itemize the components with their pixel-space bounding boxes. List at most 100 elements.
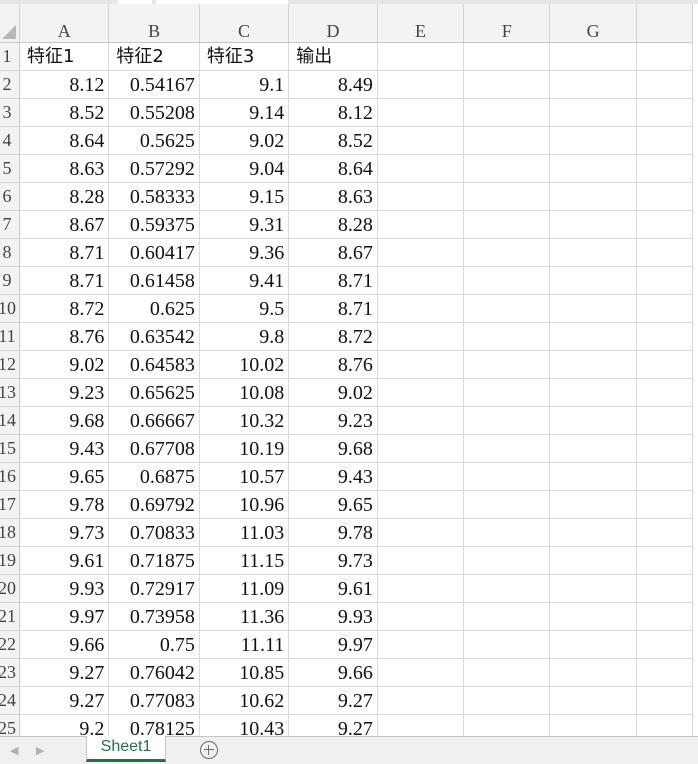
grid-cell[interactable]: 0.59375 <box>108 210 200 239</box>
row-header[interactable]: 18 <box>0 518 21 547</box>
grid-cell[interactable] <box>549 42 637 71</box>
grid-cell[interactable]: 0.67708 <box>108 434 200 463</box>
grid-cell[interactable] <box>377 546 465 575</box>
grid-cell[interactable]: 9.41 <box>199 266 290 295</box>
grid-cell[interactable]: 9.2 <box>19 714 110 736</box>
grid-cell[interactable]: 8.12 <box>19 70 110 99</box>
grid-cell[interactable]: 9.65 <box>19 462 110 491</box>
grid-cell[interactable] <box>549 126 637 155</box>
grid-cell[interactable]: 0.78125 <box>108 714 200 736</box>
grid-cell[interactable]: 0.77083 <box>108 686 200 715</box>
grid-cell[interactable] <box>377 490 465 519</box>
grid-cell[interactable] <box>377 266 465 295</box>
worksheet-grid[interactable]: ABCDEFG 1 特征1 特征2 特征3 输出 2 8.12 0.54167 9.1 8.49 3… <box>0 4 698 736</box>
grid-cell[interactable] <box>463 266 551 295</box>
grid-cell[interactable] <box>463 154 551 183</box>
grid-cell[interactable] <box>463 714 551 736</box>
grid-cell[interactable] <box>377 574 465 603</box>
grid-cell[interactable]: 8.71 <box>288 294 378 323</box>
grid-cell[interactable] <box>549 462 637 491</box>
grid-cell[interactable] <box>463 350 551 379</box>
grid-cell[interactable] <box>549 182 637 211</box>
grid-cell[interactable]: 9.93 <box>19 574 110 603</box>
column-header-f[interactable]: F <box>463 4 551 43</box>
row-header[interactable]: 9 <box>0 266 21 295</box>
grid-cell[interactable]: 8.12 <box>288 98 378 127</box>
vertical-scroll-area[interactable] <box>668 4 698 736</box>
grid-cell[interactable] <box>377 406 465 435</box>
grid-cell[interactable]: 8.28 <box>19 182 110 211</box>
grid-cell[interactable]: 9.14 <box>199 98 290 127</box>
grid-cell[interactable]: 9.27 <box>19 686 110 715</box>
grid-cell[interactable]: 9.04 <box>199 154 290 183</box>
grid-cell[interactable] <box>377 714 465 736</box>
grid-cell[interactable]: 9.43 <box>19 434 110 463</box>
grid-cell[interactable]: 0.60417 <box>108 238 200 267</box>
grid-cell[interactable] <box>463 70 551 99</box>
grid-cell[interactable] <box>377 182 465 211</box>
grid-cell[interactable]: 0.6875 <box>108 462 200 491</box>
grid-cell[interactable] <box>463 658 551 687</box>
grid-cell[interactable]: 0.5625 <box>108 126 200 155</box>
grid-cell[interactable]: 8.67 <box>19 210 110 239</box>
grid-cell[interactable]: 8.28 <box>288 210 378 239</box>
triangle-right-icon[interactable]: ▶ <box>36 744 44 757</box>
row-header[interactable]: 20 <box>0 574 21 603</box>
grid-cell[interactable]: 0.73958 <box>108 602 200 631</box>
grid-cell[interactable] <box>549 406 637 435</box>
grid-cell[interactable]: 9.97 <box>19 602 110 631</box>
grid-cell[interactable] <box>463 546 551 575</box>
grid-cell[interactable] <box>377 70 465 99</box>
grid-cell[interactable]: 特征2 <box>108 42 200 71</box>
grid-cell[interactable] <box>549 238 637 267</box>
grid-cell[interactable]: 0.72917 <box>108 574 200 603</box>
grid-cell[interactable]: 9.93 <box>288 602 378 631</box>
grid-cell[interactable] <box>549 70 637 99</box>
grid-cell[interactable] <box>463 182 551 211</box>
grid-cell[interactable]: 0.57292 <box>108 154 200 183</box>
grid-cell[interactable]: 8.49 <box>288 70 378 99</box>
grid-cell[interactable]: 9.15 <box>199 182 290 211</box>
grid-cell[interactable]: 9.97 <box>288 630 378 659</box>
grid-cell[interactable] <box>549 154 637 183</box>
grid-cell[interactable] <box>549 322 637 351</box>
grid-cell[interactable]: 0.58333 <box>108 182 200 211</box>
grid-cell[interactable]: 9.27 <box>19 658 110 687</box>
row-header[interactable]: 15 <box>0 434 21 463</box>
grid-cell[interactable] <box>463 98 551 127</box>
grid-cell[interactable]: 0.61458 <box>108 266 200 295</box>
grid-cell[interactable] <box>549 266 637 295</box>
grid-cell[interactable]: 10.32 <box>199 406 290 435</box>
column-header-b[interactable]: B <box>108 4 200 43</box>
grid-cell[interactable] <box>549 378 637 407</box>
grid-cell[interactable]: 9.66 <box>19 630 110 659</box>
grid-cell[interactable]: 8.63 <box>288 182 378 211</box>
grid-cell[interactable]: 9.68 <box>19 406 110 435</box>
column-header-d[interactable]: D <box>288 4 378 43</box>
sheet-tab-sheet1[interactable]: Sheet1 <box>86 736 166 762</box>
grid-cell[interactable] <box>377 98 465 127</box>
grid-cell[interactable]: 8.72 <box>288 322 378 351</box>
grid-cell[interactable]: 9.68 <box>288 434 378 463</box>
triangle-left-icon[interactable]: ◀ <box>10 744 18 757</box>
grid-cell[interactable]: 9.61 <box>288 574 378 603</box>
grid-cell[interactable]: 9.61 <box>19 546 110 575</box>
grid-cell[interactable] <box>463 462 551 491</box>
grid-cell[interactable]: 9.8 <box>199 322 290 351</box>
grid-cell[interactable]: 0.63542 <box>108 322 200 351</box>
grid-cell[interactable] <box>463 630 551 659</box>
grid-cell[interactable]: 9.36 <box>199 238 290 267</box>
grid-cell[interactable]: 8.67 <box>288 238 378 267</box>
grid-cell[interactable]: 9.5 <box>199 294 290 323</box>
row-header[interactable]: 25 <box>0 714 21 736</box>
grid-cell[interactable] <box>377 322 465 351</box>
grid-cell[interactable]: 0.75 <box>108 630 200 659</box>
grid-cell[interactable]: 8.71 <box>19 238 110 267</box>
grid-cell[interactable]: 9.73 <box>19 518 110 547</box>
grid-cell[interactable] <box>549 630 637 659</box>
row-header[interactable]: 17 <box>0 490 21 519</box>
grid-cell[interactable] <box>463 686 551 715</box>
grid-cell[interactable] <box>377 462 465 491</box>
grid-cell[interactable]: 0.54167 <box>108 70 200 99</box>
grid-cell[interactable]: 9.02 <box>199 126 290 155</box>
